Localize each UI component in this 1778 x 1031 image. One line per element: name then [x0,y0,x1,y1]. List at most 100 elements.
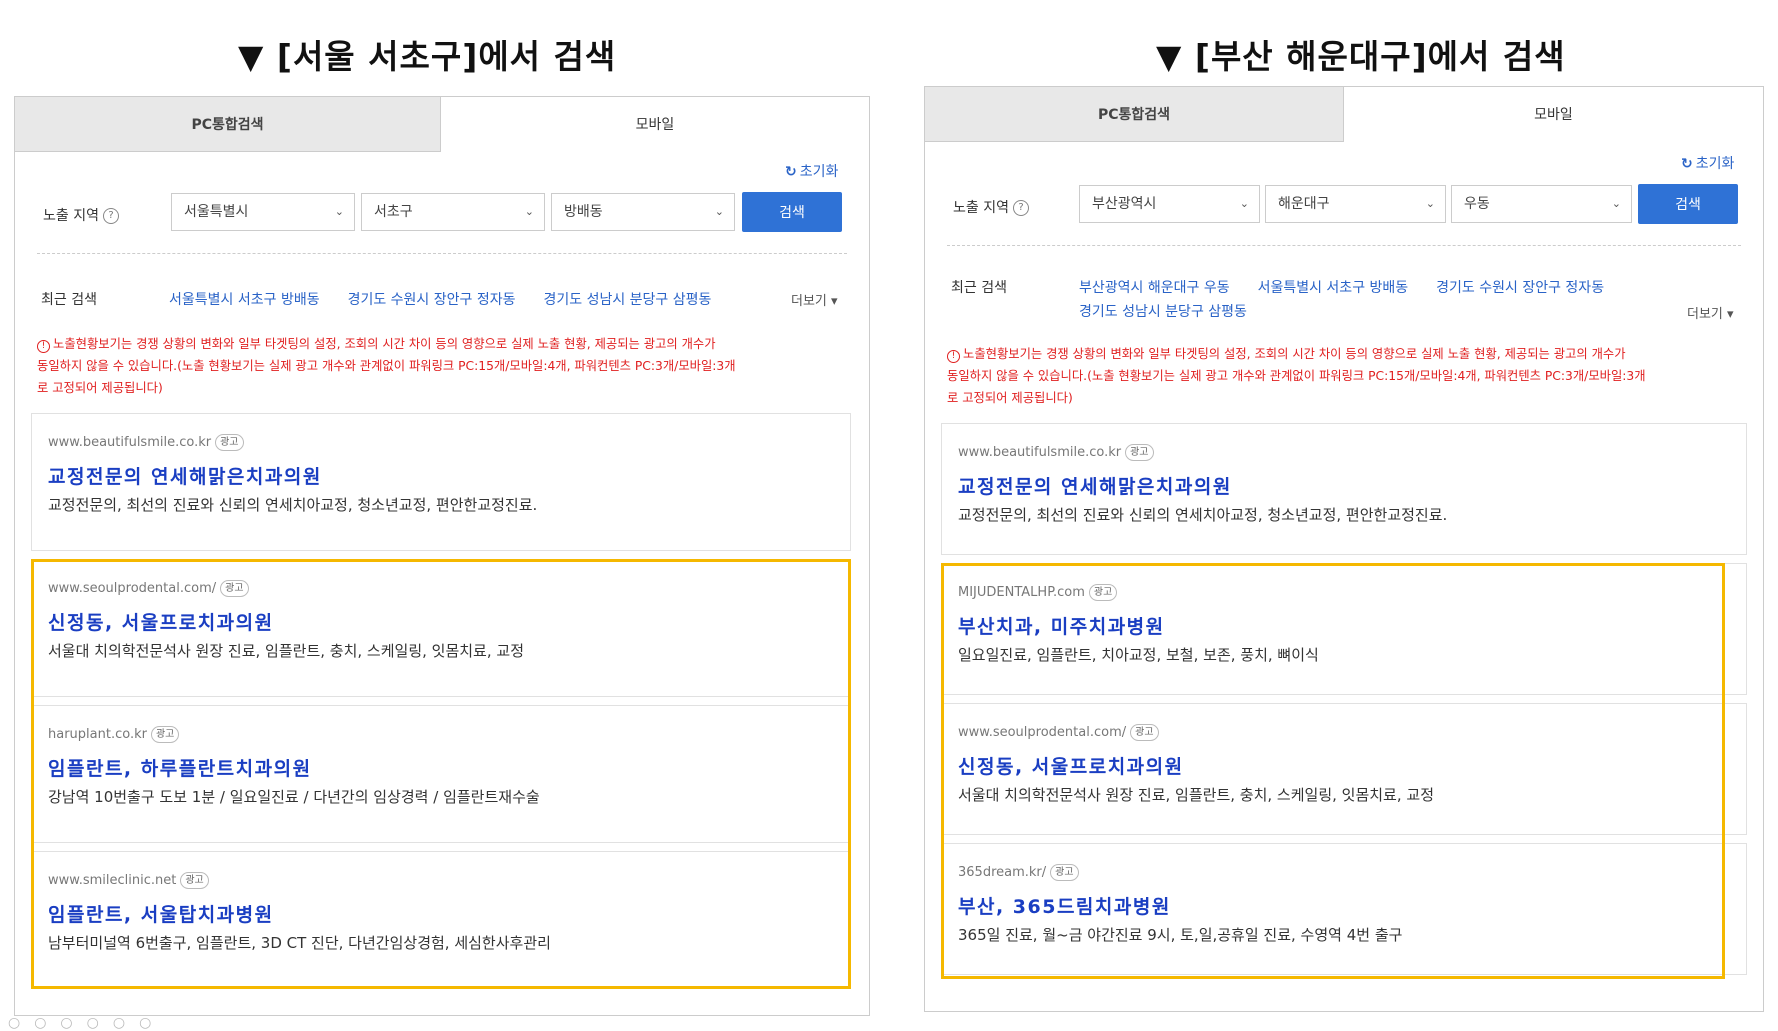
ad-url[interactable]: www.beautifulsmile.co.kr 광고 [48,434,244,451]
ad-title[interactable]: 교정전문의 연세해맑은치과의원 [48,462,322,489]
tab-pc[interactable]: PC통합검색 [925,87,1344,142]
left-caption: ▼ [서울 서초구]에서 검색 [238,37,617,76]
chevron-down-icon: ⌄ [334,205,344,218]
ad-badge: 광고 [180,872,209,889]
help-icon[interactable]: ? [1012,200,1029,216]
reset-button[interactable]: ↻ 초기화 [1681,153,1734,173]
ad-badge: 광고 [1130,724,1159,741]
divider [37,253,847,254]
select-city[interactable]: 부산광역시 ⌄ [1079,185,1260,223]
notice-text: ! 노출현황보기는 경쟁 상황의 변화와 일부 타겟팅의 설정, 조회의 시간 차… [947,347,1646,405]
ad-description: 일요일진료, 임플란트, 치아교정, 보철, 보존, 풍치, 뼈이식 [958,646,1319,664]
ad-item[interactable]: MIJUDENTALHP.com 광고 부산치과, 미주치과병원 일요일진료, 임… [941,563,1747,695]
chevron-down-icon: ⌄ [1239,197,1249,210]
alert-icon: ! [947,350,960,363]
ad-item[interactable]: www.beautifulsmile.co.kr 광고 교정전문의 연세해맑은치과… [941,423,1747,555]
ad-url[interactable]: www.smileclinic.net 광고 [48,872,209,889]
more-button[interactable]: 더보기 ▾ [1687,303,1734,322]
ad-url[interactable]: MIJUDENTALHP.com 광고 [958,584,1118,601]
select-city-value: 서울특별시 [184,204,249,220]
ad-title[interactable]: 교정전문의 연세해맑은치과의원 [958,472,1232,499]
right-tabs: PC통합검색 모바일 [925,87,1763,142]
ad-badge: 광고 [150,726,180,743]
more-label: 더보기 [1687,307,1723,322]
recent-label: 최근 검색 [41,292,97,308]
refresh-icon: ↻ [1681,156,1693,172]
ad-url[interactable]: www.seoulprodental.com/광고 [958,724,1159,741]
select-dong[interactable]: 우동 ⌄ [1451,185,1632,223]
search-button[interactable]: 검색 [742,192,842,232]
help-icon[interactable]: ? [102,208,119,224]
tab-mobile[interactable]: 모바일 [1344,87,1763,141]
more-button[interactable]: 더보기 ▾ [791,290,838,309]
select-district-value: 해운대구 [1278,196,1330,212]
select-district[interactable]: 해운대구 ⌄ [1265,185,1446,223]
ad-item[interactable]: www.beautifulsmile.co.kr 광고 교정전문의 연세해맑은치과… [31,413,851,551]
ad-badge: 광고 [220,580,249,597]
recent-searches-line2[interactable]: 경기도 성남시 분당구 삼평동 [1079,301,1247,321]
ad-title[interactable]: 부산, 365드림치과병원 [958,892,1171,919]
ad-description: 서울대 치의학전문석사 원장 진료, 임플란트, 충치, 스케일링, 잇몸치료,… [958,786,1434,804]
ad-item[interactable]: www.seoulprodental.com/광고 신정동, 서울프로치과의원 … [31,559,851,697]
select-district[interactable]: 서초구 ⌄ [361,193,545,231]
reset-button[interactable]: ↻ 초기화 [785,161,838,181]
select-dong-value: 방배동 [564,204,603,220]
ad-badge: 광고 [1050,864,1079,881]
ad-description: 교정전문의, 최선의 진료와 신뢰의 연세치아교정, 청소년교정, 편안한교정진… [48,496,538,514]
right-caption: ▼ [부산 해운대구]에서 검색 [1156,37,1566,76]
select-city[interactable]: 서울특별시 ⌄ [171,193,355,231]
ad-description: 365일 진료, 월~금 야간진료 9시, 토,일,공휴일 진료, 수영역 4번… [958,926,1403,944]
select-dong[interactable]: 방배동 ⌄ [551,193,735,231]
notice-text: ! 노출현황보기는 경쟁 상황의 변화와 일부 타겟팅의 설정, 조회의 시간 차… [37,337,736,395]
ad-description: 남부터미널역 6번출구, 임플란트, 3D CT 진단, 다년간임상경험, 세심… [48,934,551,952]
ad-title[interactable]: 신정동, 서울프로치과의원 [958,752,1184,779]
recent-label: 최근 검색 [951,280,1007,296]
ad-item[interactable]: 365dream.kr/광고 부산, 365드림치과병원 365일 진료, 월~… [941,843,1747,975]
ad-description: 서울대 치의학전문석사 원장 진료, 임플란트, 충치, 스케일링, 잇몸치료,… [48,642,524,660]
ad-item[interactable]: haruplant.co.kr 광고 임플란트, 하루플란트치과의원 강남역 10… [31,705,851,843]
refresh-icon: ↻ [785,164,797,180]
left-panel: PC통합검색 모바일 ↻ 초기화 노출 지역? 서울특별시 ⌄ 서초구 ⌄ 방배동 ⌄ … [14,96,870,1016]
ad-item[interactable]: www.smileclinic.net 광고 임플란트, 서울탑치과병원 남부터미… [31,851,851,989]
region-label: 노출 지역? [43,205,119,225]
ad-badge: 광고 [215,434,244,451]
divider [947,245,1741,246]
reset-label: 초기화 [1695,156,1735,172]
ad-description: 강남역 10번출구 도보 1분 / 일요일진료 / 다년간의 임상경력 / 임플… [48,788,540,806]
select-city-value: 부산광역시 [1092,196,1157,212]
chevron-down-icon: ⌄ [524,205,534,218]
ad-url[interactable]: www.beautifulsmile.co.kr 광고 [958,444,1154,461]
right-panel: PC통합검색 모바일 ↻ 초기화 노출 지역? 부산광역시 ⌄ 해운대구 ⌄ 우동 ⌄ … [924,86,1764,1012]
chevron-down-icon: ⌄ [714,205,724,218]
tab-pc[interactable]: PC통합검색 [15,97,441,152]
ad-description: 교정전문의, 최선의 진료와 신뢰의 연세치아교정, 청소년교정, 편안한교정진… [958,506,1448,524]
ad-badge: 광고 [1088,584,1118,601]
ad-title[interactable]: 임플란트, 서울탑치과병원 [48,900,274,927]
ad-item[interactable]: www.seoulprodental.com/광고 신정동, 서울프로치과의원 … [941,703,1747,835]
reset-label: 초기화 [799,164,839,180]
toolbar-icons: ○○○○○○ [8,1015,166,1031]
select-dong-value: 우동 [1464,196,1490,212]
alert-icon: ! [37,340,50,353]
ad-url[interactable]: haruplant.co.kr 광고 [48,726,180,743]
caret-down-icon: ▾ [826,294,838,309]
left-tabs: PC통합검색 모바일 [15,97,869,152]
ad-title[interactable]: 부산치과, 미주치과병원 [958,612,1165,639]
chevron-down-icon: ⌄ [1425,197,1435,210]
region-label: 노출 지역? [953,197,1029,217]
region-label-text: 노출 지역 [43,208,99,224]
tab-mobile[interactable]: 모바일 [441,97,869,151]
select-district-value: 서초구 [374,204,413,220]
caret-down-icon: ▾ [1722,307,1734,322]
recent-searches[interactable]: 부산광역시 해운대구 우동 서울특별시 서초구 방배동 경기도 수원시 장안구 … [1079,277,1604,297]
ad-url[interactable]: 365dream.kr/광고 [958,864,1079,881]
ad-url[interactable]: www.seoulprodental.com/광고 [48,580,249,597]
ad-title[interactable]: 임플란트, 하루플란트치과의원 [48,754,312,781]
region-label-text: 노출 지역 [953,200,1009,216]
more-label: 더보기 [791,294,827,309]
ad-badge: 광고 [1125,444,1154,461]
search-button[interactable]: 검색 [1638,184,1738,224]
ad-title[interactable]: 신정동, 서울프로치과의원 [48,608,274,635]
chevron-down-icon: ⌄ [1611,197,1621,210]
recent-searches[interactable]: 서울특별시 서초구 방배동 경기도 수원시 장안구 정자동 경기도 성남시 분당… [169,289,711,309]
